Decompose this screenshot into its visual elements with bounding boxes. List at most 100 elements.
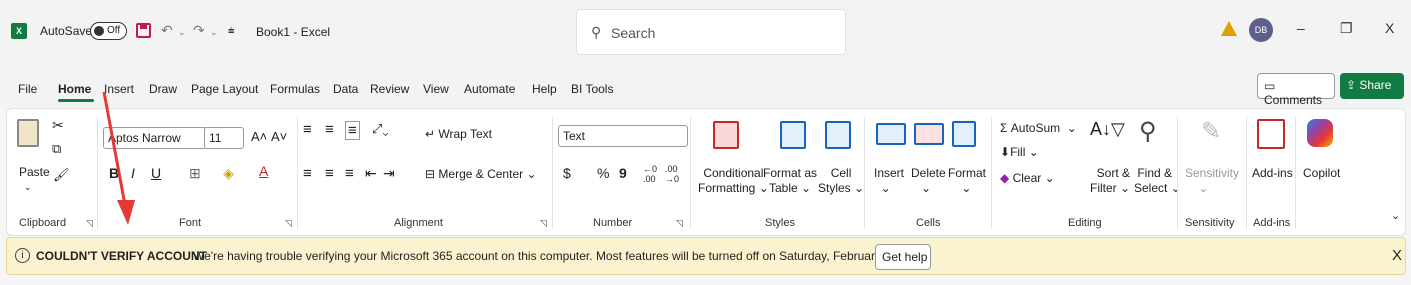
sort-filter-icon[interactable]: A↓▽ [1090,119,1125,140]
increase-decimal-icon[interactable]: ←0.00 [643,164,657,184]
autosave-toggle[interactable]: Off [90,22,127,40]
align-middle-icon[interactable]: ≡ [325,121,334,138]
avatar[interactable]: DB [1249,18,1273,42]
separator [690,117,691,229]
alignment-launcher-icon[interactable]: ◹ [540,218,547,229]
group-styles-label: Styles [765,217,795,229]
comma-button[interactable]: 9 [619,165,627,181]
add-ins-icon[interactable] [1257,119,1285,149]
redo-dropdown-icon[interactable]: ⌄ [210,27,218,38]
tab-review[interactable]: Review [370,82,409,96]
cut-icon[interactable]: ✂ [52,117,64,134]
close-button[interactable]: X [1385,20,1394,36]
sensitivity-label: Sensitivity [1185,166,1240,180]
wrap-text-button[interactable]: ↵ Wrap Text [425,127,492,141]
autosum-button[interactable]: Σ AutoSum ⌄ [1000,121,1077,135]
tab-formulas[interactable]: Formulas [270,82,320,96]
borders-icon[interactable]: ⊞ [189,165,201,182]
tab-page-layout[interactable]: Page Layout [191,82,258,96]
bold-button[interactable]: B [109,165,119,181]
insert-cells-button[interactable]: Insert ⌄ [874,166,904,196]
tab-file[interactable]: File [18,82,37,96]
percent-button[interactable]: % [597,165,609,181]
tab-home[interactable]: Home [58,82,91,96]
restore-button[interactable]: ❐ [1340,20,1353,37]
delete-cells-icon[interactable] [914,123,944,145]
format-cells-button[interactable]: Format ⌄ [948,166,986,196]
undo-icon[interactable]: ↶ [161,22,173,39]
paste-label[interactable]: Paste [19,165,50,179]
align-top-icon[interactable]: ≡ [303,121,312,138]
minimize-button[interactable]: – [1297,20,1305,36]
format-as-table-button[interactable]: Format as Table ⌄ [763,166,817,196]
paste-dropdown-icon[interactable]: ⌄ [24,182,32,193]
tab-bi-tools[interactable]: BI Tools [571,82,613,96]
paste-icon[interactable] [17,119,39,147]
tab-insert[interactable]: Insert [104,82,134,96]
separator [1177,117,1178,229]
undo-dropdown-icon[interactable]: ⌄ [178,27,186,38]
cell-styles-line1: Cell [830,166,852,180]
get-help-button[interactable]: Get help [875,244,931,270]
number-format-box[interactable]: Text [558,125,688,147]
conditional-formatting-icon[interactable] [713,121,739,149]
share-button[interactable]: ⇪ Share ⌄ [1340,73,1404,106]
tab-data[interactable]: Data [333,82,358,96]
find-select-icon[interactable]: ⚲ [1139,117,1157,146]
active-tab-indicator [58,99,94,102]
find-select-button[interactable]: Find & Select ⌄ [1134,166,1181,196]
font-name-box[interactable]: Aptos Narrow [103,127,207,149]
copilot-button[interactable]: Copilot [1303,166,1340,180]
sort-line1: Sort & [1096,166,1131,180]
cell-styles-button[interactable]: Cell Styles ⌄ [818,166,864,196]
clear-button[interactable]: ◆ Clear ⌄ [1000,171,1055,185]
font-color-icon[interactable]: A [259,163,268,179]
align-right-icon[interactable]: ≡ [345,165,354,182]
orientation-icon[interactable]: ⤢⌄ [372,121,389,137]
add-ins-button[interactable]: Add-ins [1252,166,1293,180]
merge-center-button[interactable]: ⊟ Merge & Center ⌄ [425,167,537,181]
italic-button[interactable]: I [131,165,135,181]
font-size-box[interactable]: 11 [204,127,244,149]
increase-indent-icon[interactable]: ⇥ [383,165,395,182]
clear-label: Clear [1012,171,1042,185]
format-as-table-icon[interactable] [780,121,806,149]
align-bottom-icon[interactable]: ≡ [345,121,360,140]
copy-icon[interactable]: ⧉ [52,141,61,157]
excel-logo-icon: X [11,23,27,39]
decrease-decimal-icon[interactable]: .00 →0 [665,164,679,184]
align-left-icon[interactable]: ≡ [303,165,312,182]
notification-close-button[interactable]: X [1392,247,1402,264]
customize-qat-icon[interactable]: ⩧ [228,25,234,38]
decrease-indent-icon[interactable]: ⇤ [365,165,377,182]
number-launcher-icon[interactable]: ◹ [676,218,683,229]
decrease-font-icon[interactable]: A˅ [271,129,287,144]
conditional-formatting-button[interactable]: Conditional Formatting ⌄ [698,166,769,196]
collapse-ribbon-icon[interactable]: ⌄ [1391,209,1400,222]
save-icon[interactable] [136,23,151,38]
group-clipboard-label: Clipboard [19,217,67,229]
tab-automate[interactable]: Automate [464,82,515,96]
comments-button[interactable]: ▭ Comments [1257,73,1335,107]
clipboard-launcher-icon[interactable]: ◹ [86,218,93,229]
font-launcher-icon[interactable]: ◹ [285,218,292,229]
fill-button[interactable]: ⬇Fill ⌄ [1000,145,1039,159]
format-cells-icon[interactable] [952,121,976,147]
warning-icon[interactable] [1221,21,1237,36]
format-painter-icon[interactable]: 🖌 [53,167,70,183]
underline-button[interactable]: U [151,165,161,181]
tab-help[interactable]: Help [532,82,557,96]
delete-cells-button[interactable]: Delete ⌄ [911,166,946,196]
cell-styles-icon[interactable] [825,121,851,149]
fill-color-icon[interactable]: ◈ [223,165,234,182]
tab-view[interactable]: View [423,82,449,96]
insert-cells-icon[interactable] [876,123,906,145]
copilot-icon[interactable] [1307,119,1333,147]
sort-filter-button[interactable]: Sort & Filter ⌄ [1090,166,1130,196]
increase-font-icon[interactable]: A˄ [251,129,267,144]
search-box[interactable]: ⚲ Search [576,9,846,55]
tab-draw[interactable]: Draw [149,82,177,96]
align-center-icon[interactable]: ≡ [325,165,334,182]
currency-button[interactable]: $ [563,165,571,181]
redo-icon[interactable]: ↷ [193,22,205,39]
